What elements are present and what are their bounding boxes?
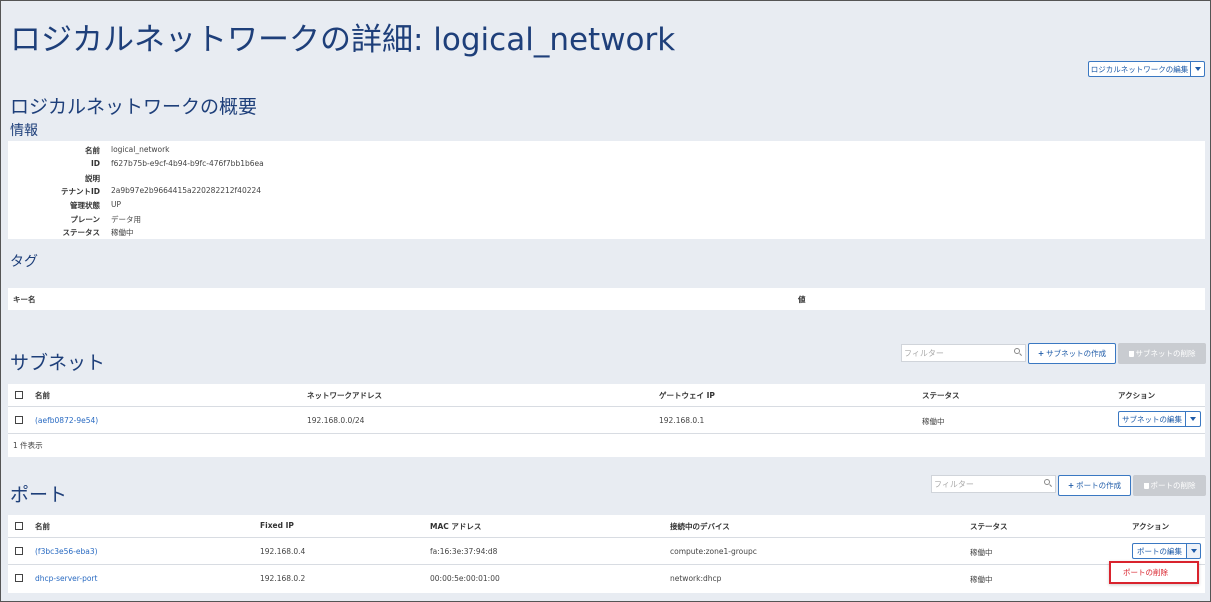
ports-heading: ポート [10,484,68,506]
port-device: network:dhcp [670,574,722,583]
port-col-mac: MAC アドレス [430,522,482,531]
subnet-gateway: 192.168.0.1 [659,416,705,425]
port-name-link[interactable]: (f3bc3e56-eba3) [35,547,98,556]
subnet-filter-input[interactable]: フィルター [901,344,1026,362]
info-key: 名前 [85,146,100,155]
chevron-down-icon [1194,67,1201,71]
subnet-col-action: アクション [1118,391,1156,400]
info-key: ID [90,159,100,168]
info-key: 管理状態 [70,201,100,210]
chevron-down-icon [1190,549,1197,553]
table-row: dhcp-server-port 192.168.0.2 00:00:5e:00… [8,565,1205,591]
port-col-device: 接続中のデバイス [670,522,730,531]
edit-port-label: ポートの編集 [1137,546,1182,556]
row-checkbox[interactable] [15,416,23,424]
port-device: compute:zone1-groupc [670,547,757,556]
info-value: UP [111,200,122,209]
port-col-action: アクション [1132,522,1170,531]
edit-port-button[interactable]: ポートの編集 [1132,543,1187,559]
info-value: f627b75b-e9cf-4b94-b9fc-476f7bb1b6ea [111,159,264,168]
trash-icon [1143,482,1149,489]
delete-port-button[interactable]: ポートの削除 [1133,475,1206,496]
info-heading: 情報 [10,123,38,139]
tags-heading: タグ [10,254,38,270]
subnet-col-status: ステータス [922,391,960,400]
info-row-tenant-id: テナントID 2a9b97e2b9664415a220282212f40224 [8,186,1205,198]
subnet-name-link[interactable]: (aefb0872-9e54) [35,416,98,425]
search-icon [1044,479,1050,485]
delete-subnet-button[interactable]: サブネットの削除 [1118,343,1206,364]
create-subnet-label: サブネットの作成 [1046,349,1107,358]
edit-network-button[interactable]: ロジカルネットワークの編集 [1088,61,1191,77]
port-mac: fa:16:3e:37:94:d8 [430,547,498,556]
plus-icon: + [1037,349,1045,358]
subnet-filter-placeholder: フィルター [904,348,944,358]
chevron-down-icon [1190,417,1196,421]
info-row-description: 説明 [8,173,1205,185]
create-port-button[interactable]: + ポートの作成 [1058,475,1131,496]
tags-col-value: 値 [798,295,806,304]
info-row-plane: プレーン データ用 [8,214,1205,226]
table-row: (aefb0872-9e54) 192.168.0.0/24 192.168.0… [8,407,1205,433]
info-row-name: 名前 logical_network [8,145,1205,157]
edit-network-label: ロジカルネットワークの編集 [1090,64,1189,74]
subnet-network-address: 192.168.0.0/24 [307,416,365,425]
info-value: データ用 [111,215,141,224]
port-col-name: 名前 [35,522,50,531]
info-row-id: ID f627b75b-e9cf-4b94-b9fc-476f7bb1b6ea [8,159,1205,171]
page-title: ロジカルネットワークの詳細: logical_network [10,22,676,58]
create-port-label: ポートの作成 [1076,481,1122,490]
info-key: テナントID [60,187,100,196]
edit-subnet-label: サブネットの編集 [1122,414,1182,424]
tags-table: キー名 値 [8,288,1205,310]
select-all-subnets-checkbox[interactable] [15,391,23,399]
info-panel: 名前 logical_network ID f627b75b-e9cf-4b94… [8,141,1205,239]
info-value: 2a9b97e2b9664415a220282212f40224 [111,186,262,195]
trash-icon [1128,350,1134,357]
subnets-count: 1 件表示 [13,441,43,450]
edit-network-dropdown-toggle[interactable] [1190,61,1205,77]
subnet-col-gateway: ゲートウェイ IP [659,391,715,400]
delete-subnet-label: サブネットの削除 [1135,349,1196,358]
info-key: 説明 [85,174,100,183]
delete-port-menu-label: ポートの削除 [1123,568,1168,577]
info-key: プレーン [70,215,100,224]
create-subnet-button[interactable]: + サブネットの作成 [1028,343,1116,364]
info-row-status: ステータス 稼働中 [8,227,1205,239]
overview-heading: ロジカルネットワークの概要 [10,96,258,118]
port-fixed-ip: 192.168.0.4 [260,547,306,556]
subnet-col-network-address: ネットワークアドレス [307,391,382,400]
ports-table: 名前 Fixed IP MAC アドレス 接続中のデバイス ステータス アクショ… [8,515,1205,593]
divider [8,433,1205,434]
row-checkbox[interactable] [15,574,23,582]
plus-icon: + [1067,481,1075,490]
delete-port-menu-item[interactable]: ポートの削除 [1109,561,1199,584]
port-mac: 00:00:5e:00:01:00 [430,574,500,583]
delete-port-label: ポートの削除 [1150,481,1196,490]
port-fixed-ip: 192.168.0.2 [260,574,306,583]
port-col-status: ステータス [970,522,1008,531]
info-value: 稼働中 [111,228,134,237]
info-value: logical_network [111,145,170,154]
search-icon [1014,348,1020,354]
port-col-fixed-ip: Fixed IP [260,521,294,530]
port-status: 稼働中 [970,548,993,557]
subnet-status: 稼働中 [922,417,945,426]
port-action-dropdown-toggle[interactable] [1186,543,1201,559]
table-row: (f3bc3e56-eba3) 192.168.0.4 fa:16:3e:37:… [8,538,1205,564]
subnet-action-dropdown-toggle[interactable] [1185,411,1201,427]
tags-col-key: キー名 [13,295,36,304]
info-key: ステータス [62,228,101,237]
subnets-table: 名前 ネットワークアドレス ゲートウェイ IP ステータス アクション (aef… [8,384,1205,457]
row-checkbox[interactable] [15,547,23,555]
port-name-link[interactable]: dhcp-server-port [35,574,97,583]
port-status: 稼働中 [970,575,993,584]
info-row-admin-state: 管理状態 UP [8,200,1205,212]
subnets-heading: サブネット [10,352,106,374]
edit-subnet-button[interactable]: サブネットの編集 [1118,411,1186,427]
port-filter-input[interactable]: フィルター [931,475,1056,493]
port-filter-placeholder: フィルター [934,479,974,489]
subnet-col-name: 名前 [35,391,50,400]
select-all-ports-checkbox[interactable] [15,522,23,530]
